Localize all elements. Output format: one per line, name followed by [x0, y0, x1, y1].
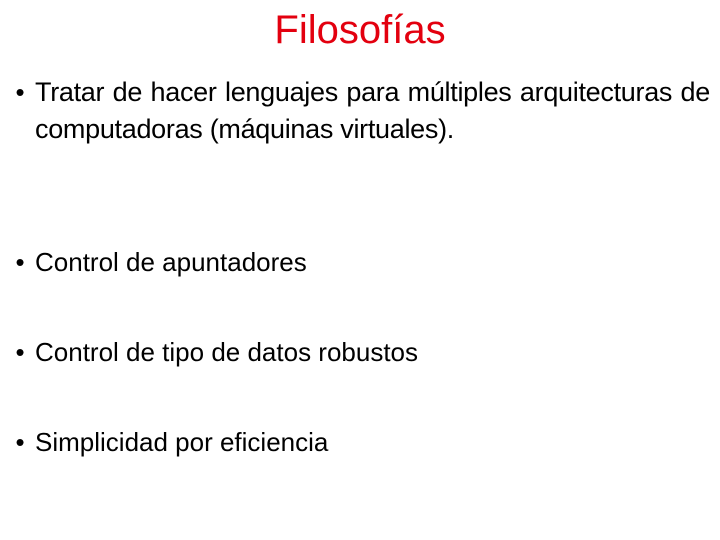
bullet-text: Control de apuntadores	[35, 247, 307, 277]
bullet-text: Simplicidad por eficiencia	[35, 427, 329, 457]
bullet-dot-icon: •	[15, 427, 25, 457]
bullet-dot-icon: •	[15, 77, 25, 107]
slide-title: Filosofías	[274, 8, 446, 52]
bullet-text: Control de tipo de datos robustos	[35, 337, 419, 367]
bullet-dot-icon: •	[15, 247, 25, 277]
bullet-dot-icon: •	[15, 337, 25, 367]
bullet-text: Tratar de hacer lenguajes para múltiples…	[35, 77, 710, 144]
